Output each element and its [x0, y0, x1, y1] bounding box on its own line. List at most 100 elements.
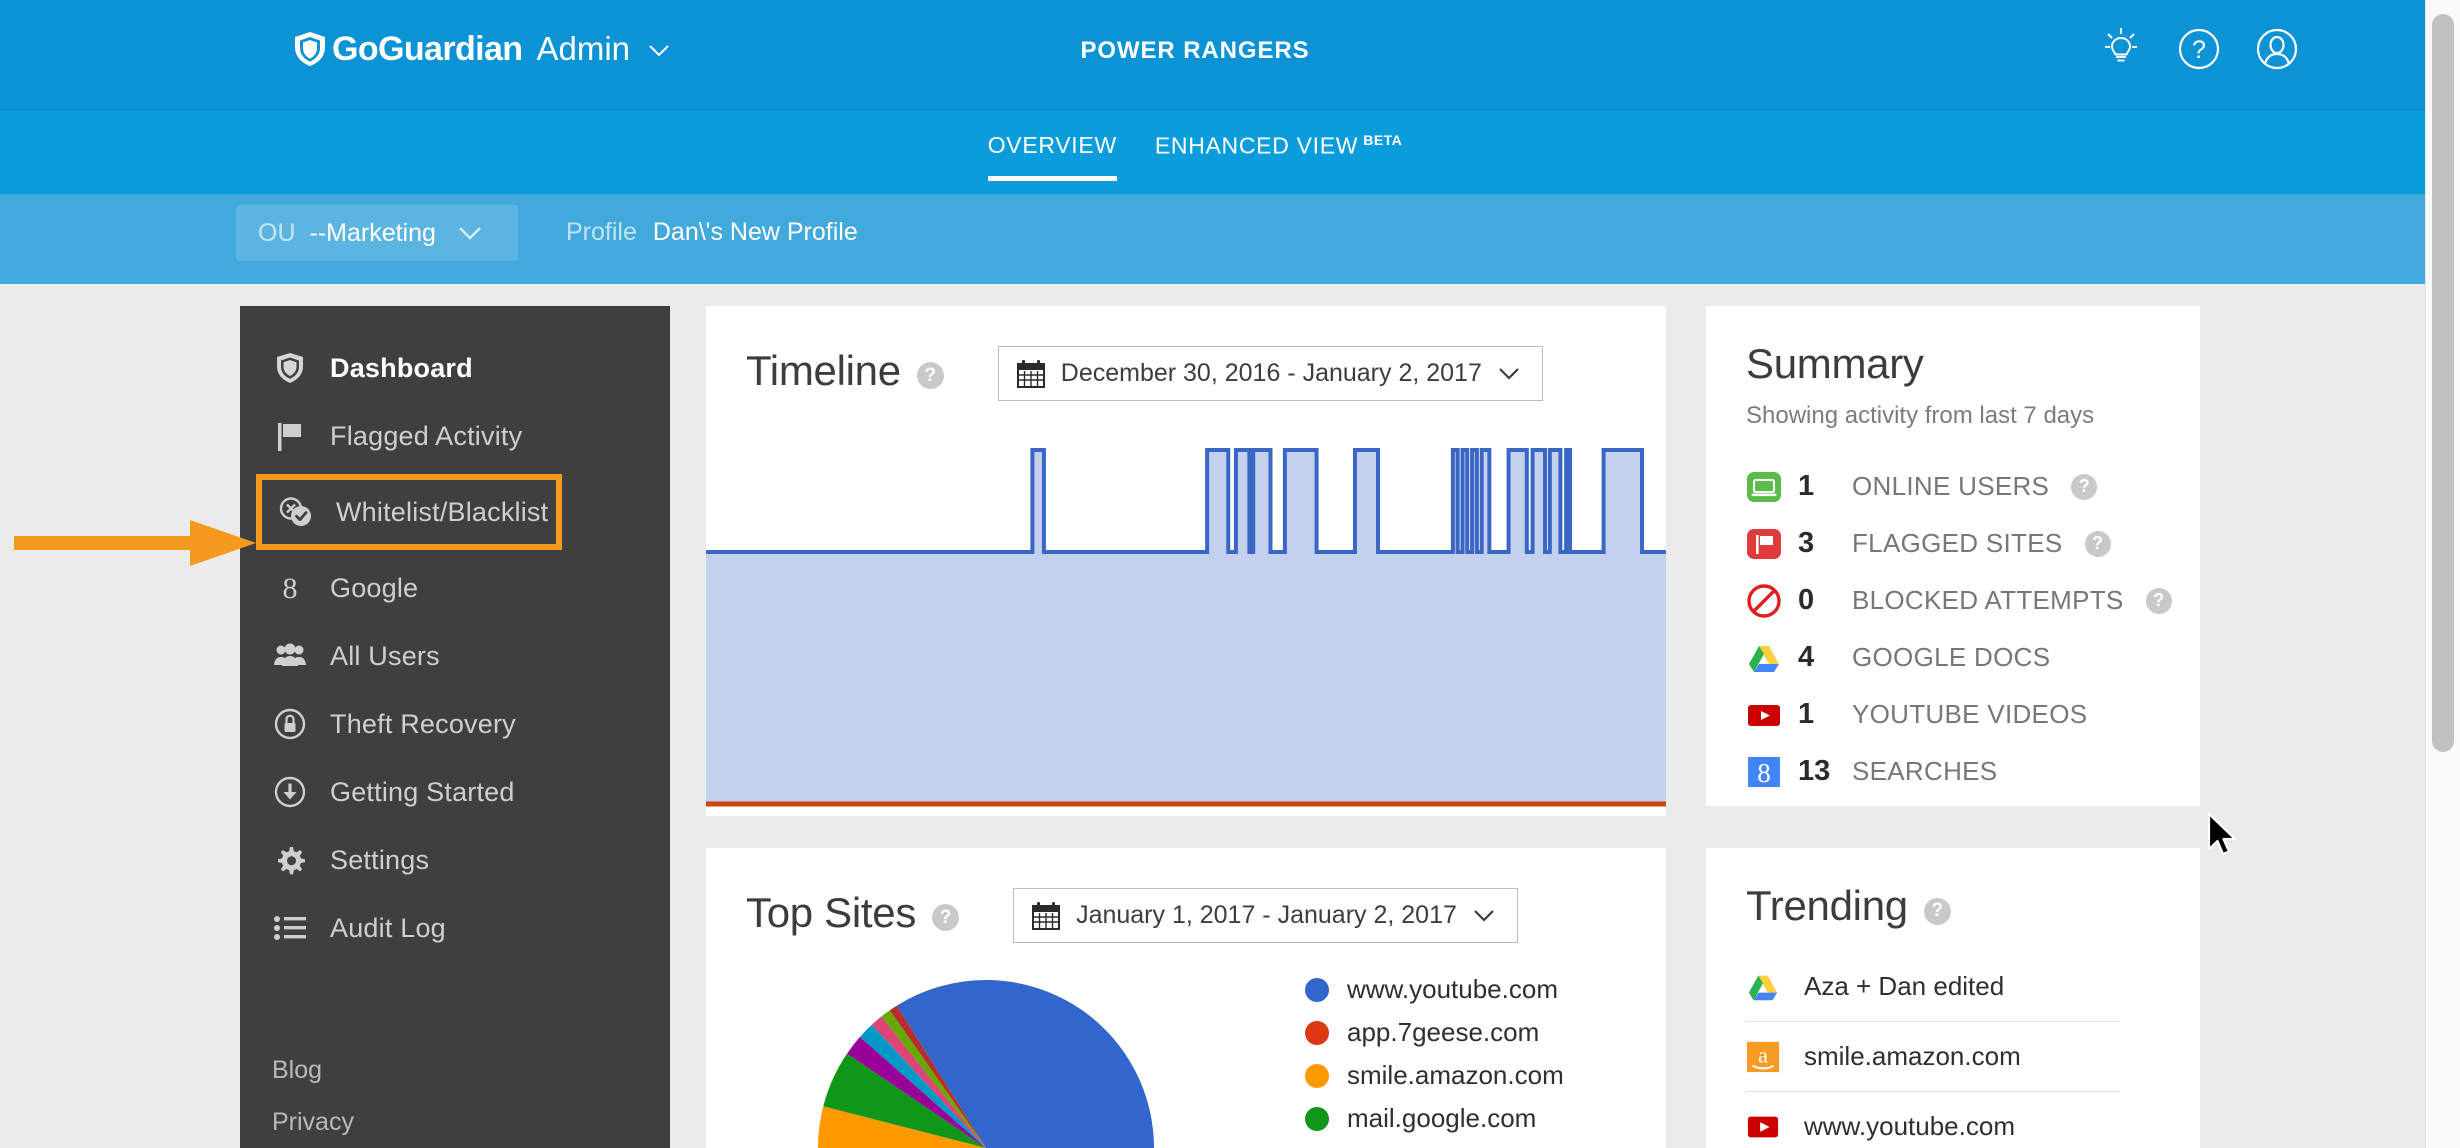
tab-enhanced-view[interactable]: ENHANCED VIEW BETA [1155, 132, 1402, 182]
timeline-panel-header: Timeline ? December 30, 2016 - January 2… [706, 306, 1666, 401]
sidebar-item-flagged-activity[interactable]: Flagged Activity [240, 402, 670, 470]
timeline-date-range-picker[interactable]: December 30, 2016 - January 2, 2017 [997, 346, 1543, 401]
users-icon [272, 638, 308, 674]
sidebar-item-all-users[interactable]: All Users [240, 622, 670, 690]
sidebar-item-getting-started[interactable]: Getting Started [240, 758, 670, 826]
tab-overview[interactable]: OVERVIEW [987, 132, 1118, 181]
trending-label: Aza + Dan edited [1804, 971, 2005, 1001]
youtube-icon [1748, 704, 1780, 726]
help-icon[interactable]: ? [2084, 530, 2111, 557]
legend-item[interactable] [1305, 1140, 1665, 1148]
tab-enhanced-view-label: ENHANCED VIEW [1154, 132, 1359, 159]
legend-item[interactable]: mail.google.com [1305, 1097, 1665, 1140]
list-icon [272, 910, 308, 946]
svg-text:a: a [1758, 1042, 1768, 1067]
lightbulb-icon[interactable] [2098, 26, 2144, 72]
sidebar-item-theft-recovery[interactable]: Theft Recovery [240, 690, 670, 758]
header-icon-group: ? [2098, 26, 2300, 72]
help-icon[interactable]: ? [1923, 897, 1951, 925]
trending-panel-header: Trending ? [1706, 848, 2200, 930]
google-drive-icon [1748, 975, 1778, 1000]
legend-label: smile.amazon.com [1347, 1060, 1564, 1090]
sidebar-item-label: Settings [330, 844, 430, 875]
google-drive-icon [1749, 645, 1779, 672]
timeline-chart[interactable] [706, 422, 1666, 816]
summary-metric-list: 1 ONLINE USERS ? 3 FLAGGED SITES ? 0 BLO… [1706, 430, 2200, 800]
chevron-down-icon [1474, 910, 1494, 922]
timeline-chart-svg [706, 448, 1666, 807]
google-search-icon: 8 [1748, 756, 1780, 788]
sidebar-item-google[interactable]: 8 Google [240, 554, 670, 622]
panel-title: Summary [1746, 340, 1924, 387]
trending-item[interactable]: www.youtube.com [1746, 1092, 2120, 1148]
sidebar-item-label: Getting Started [330, 776, 515, 807]
sidebar-item-label: Dashboard [330, 352, 473, 383]
panel-title: Top Sites [746, 888, 917, 936]
sidebar-item-label: Flagged Activity [330, 420, 523, 451]
legend-label: app.7geese.com [1347, 1017, 1540, 1047]
legend-item[interactable]: smile.amazon.com [1305, 1054, 1665, 1097]
ou-selector[interactable]: OU --Marketing [236, 205, 518, 261]
trending-item[interactable]: Aza + Dan edited [1746, 952, 2120, 1022]
summary-panel: Summary Showing activity from last 7 day… [1706, 306, 2200, 806]
svg-text:8: 8 [1757, 758, 1771, 788]
legend-item[interactable]: www.youtube.com [1305, 968, 1665, 1011]
gear-icon [272, 842, 308, 878]
summary-label: ONLINE USERS [1852, 471, 2050, 501]
chevron-down-icon [459, 226, 481, 240]
google-g-icon: 8 [272, 570, 308, 606]
top-sites-date-range-text: January 1, 2017 - January 2, 2017 [1076, 901, 1457, 929]
legend-item[interactable]: app.7geese.com [1305, 1011, 1665, 1054]
panel-title: Timeline [746, 346, 901, 394]
help-icon[interactable]: ? [2071, 473, 2098, 500]
summary-panel-header: Summary [1706, 306, 2200, 388]
calendar-icon [1032, 901, 1061, 930]
sidebar-item-label: Audit Log [330, 912, 446, 943]
summary-row-online-users: 1 ONLINE USERS ? [1746, 458, 2200, 515]
amazon-icon: a [1746, 1041, 1780, 1072]
whitelist-blacklist-icon [278, 494, 314, 530]
lock-circle-icon [272, 706, 308, 742]
summary-row-youtube-videos: 1 YOUTUBE VIDEOS [1746, 686, 2200, 743]
summary-label: GOOGLE DOCS [1852, 642, 2051, 672]
page-scrollbar-track[interactable] [2425, 0, 2460, 1148]
app-root: GoGuardian Admin POWER RANGERS ? OVERVIE… [0, 0, 2460, 1148]
legend-color-swatch [1305, 1106, 1329, 1131]
calendar-icon [1016, 359, 1045, 388]
youtube-icon [1747, 1116, 1779, 1137]
summary-row-google-docs: 4 GOOGLE DOCS [1746, 629, 2200, 686]
sidebar-link-privacy[interactable]: Privacy [272, 1096, 702, 1148]
trending-item[interactable]: a smile.amazon.com [1746, 1022, 2120, 1092]
top-sites-panel-header: Top Sites ? January 1, 2017 - January 2,… [706, 848, 1666, 943]
help-icon[interactable]: ? [932, 904, 960, 931]
summary-label: BLOCKED ATTEMPTS [1852, 585, 2124, 615]
sidebar-item-audit-log[interactable]: Audit Log [240, 894, 670, 962]
tab-list: OVERVIEW ENHANCED VIEW BETA [0, 132, 2390, 182]
flag-icon [272, 418, 308, 454]
help-icon[interactable]: ? [2145, 587, 2172, 614]
beta-badge: BETA [1363, 132, 1403, 148]
sidebar-item-dashboard[interactable]: Dashboard [240, 334, 670, 402]
summary-count: 3 [1798, 527, 1815, 559]
chevron-down-icon [1499, 368, 1519, 380]
laptop-icon [1747, 471, 1781, 502]
summary-label: YOUTUBE VIDEOS [1852, 699, 2088, 729]
help-circle-icon[interactable]: ? [2176, 26, 2222, 72]
sidebar-item-settings[interactable]: Settings [240, 826, 670, 894]
summary-count: 0 [1798, 584, 1815, 616]
top-sites-legend: www.youtube.com app.7geese.com smile.ama… [1305, 968, 1665, 1148]
tab-bar: OVERVIEW ENHANCED VIEW BETA [0, 111, 2425, 194]
top-sites-date-range-picker[interactable]: January 1, 2017 - January 2, 2017 [1013, 888, 1518, 943]
help-icon[interactable]: ? [916, 362, 944, 389]
profile-display[interactable]: Profile Dan\'s New Profile [566, 218, 858, 247]
page-scrollbar-thumb[interactable] [2432, 14, 2454, 752]
user-avatar-icon[interactable] [2254, 26, 2300, 72]
trending-list: Aza + Dan edited a smile.amazon.com www.… [1706, 930, 2120, 1148]
sidebar-item-label: Theft Recovery [330, 708, 516, 739]
sidebar-link-blog[interactable]: Blog [272, 1044, 702, 1096]
sidebar-item-whitelist-blacklist[interactable]: Whitelist/Blacklist [256, 474, 562, 550]
svg-text:8: 8 [283, 572, 298, 605]
summary-row-searches: 8 13 SEARCHES [1746, 743, 2200, 800]
shield-icon [272, 350, 308, 386]
sidebar-item-label: Google [330, 572, 419, 603]
